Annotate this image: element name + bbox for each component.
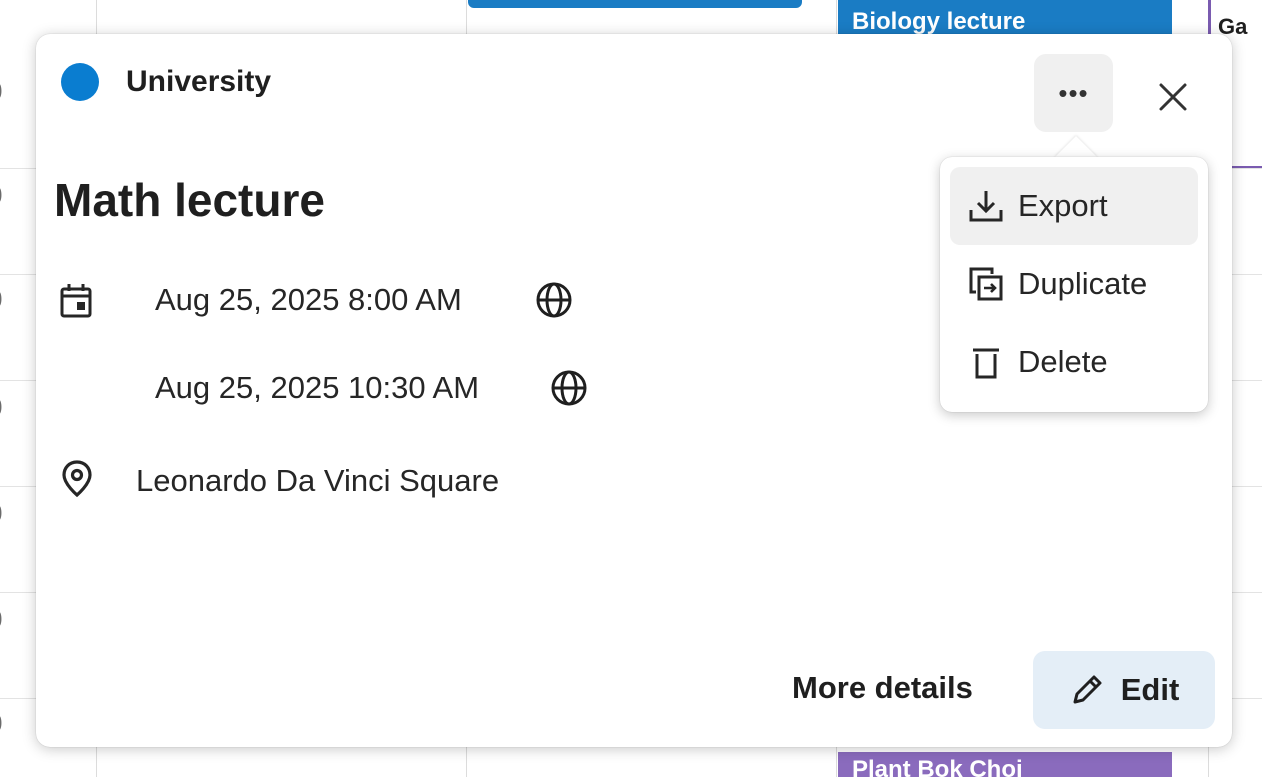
calendar-color-dot: [61, 63, 99, 101]
time-label: 0: [0, 604, 12, 634]
edit-button-label: Edit: [1120, 672, 1180, 707]
popover-arrow: [612, 12, 672, 36]
menu-item-duplicate[interactable]: Duplicate: [950, 245, 1198, 323]
time-label: 0: [0, 284, 12, 314]
start-date-time[interactable]: Aug 25, 2025 8:00 AM: [155, 280, 462, 320]
calendar-name: University: [126, 65, 272, 98]
download-icon: [969, 191, 1003, 222]
time-label: 0: [0, 392, 12, 422]
duplicate-icon: [969, 267, 1003, 301]
close-icon: [1159, 83, 1187, 111]
menu-item-delete[interactable]: Delete: [950, 323, 1198, 401]
menu-item-export[interactable]: Export: [950, 167, 1198, 245]
background-event-plant[interactable]: Plant Bok Choi: [838, 752, 1172, 777]
time-label: 0: [0, 180, 12, 210]
menu-item-label: Duplicate: [1018, 266, 1148, 301]
globe-icon[interactable]: [535, 281, 573, 319]
more-options-icon: •••: [1058, 77, 1089, 108]
event-title: Math lecture: [54, 174, 325, 226]
close-button[interactable]: [1144, 68, 1202, 126]
more-options-menu: Export Duplicate Delete: [940, 157, 1208, 412]
time-label: 0: [0, 76, 12, 106]
time-label: 0: [0, 708, 12, 738]
end-date-time[interactable]: Aug 25, 2025 10:30 AM: [155, 368, 479, 408]
more-details-button[interactable]: More details: [792, 668, 973, 708]
menu-item-label: Export: [1018, 188, 1108, 223]
more-options-button[interactable]: •••: [1034, 54, 1113, 132]
menu-item-label: Delete: [1018, 344, 1108, 379]
globe-icon[interactable]: [550, 369, 588, 407]
edit-button[interactable]: Edit: [1033, 651, 1215, 729]
trash-icon: [973, 348, 999, 379]
calendar-icon: [60, 284, 92, 318]
event-location: Leonardo Da Vinci Square: [136, 463, 500, 498]
menu-arrow: [1054, 136, 1098, 158]
pencil-icon: [1073, 675, 1102, 704]
location-pin-icon: [62, 460, 92, 498]
calendar-page: 0 0 0 0 0 0 0 Biology lecture Ga Plant B…: [0, 0, 1262, 777]
time-label: 0: [0, 498, 12, 528]
background-event[interactable]: [468, 0, 802, 8]
